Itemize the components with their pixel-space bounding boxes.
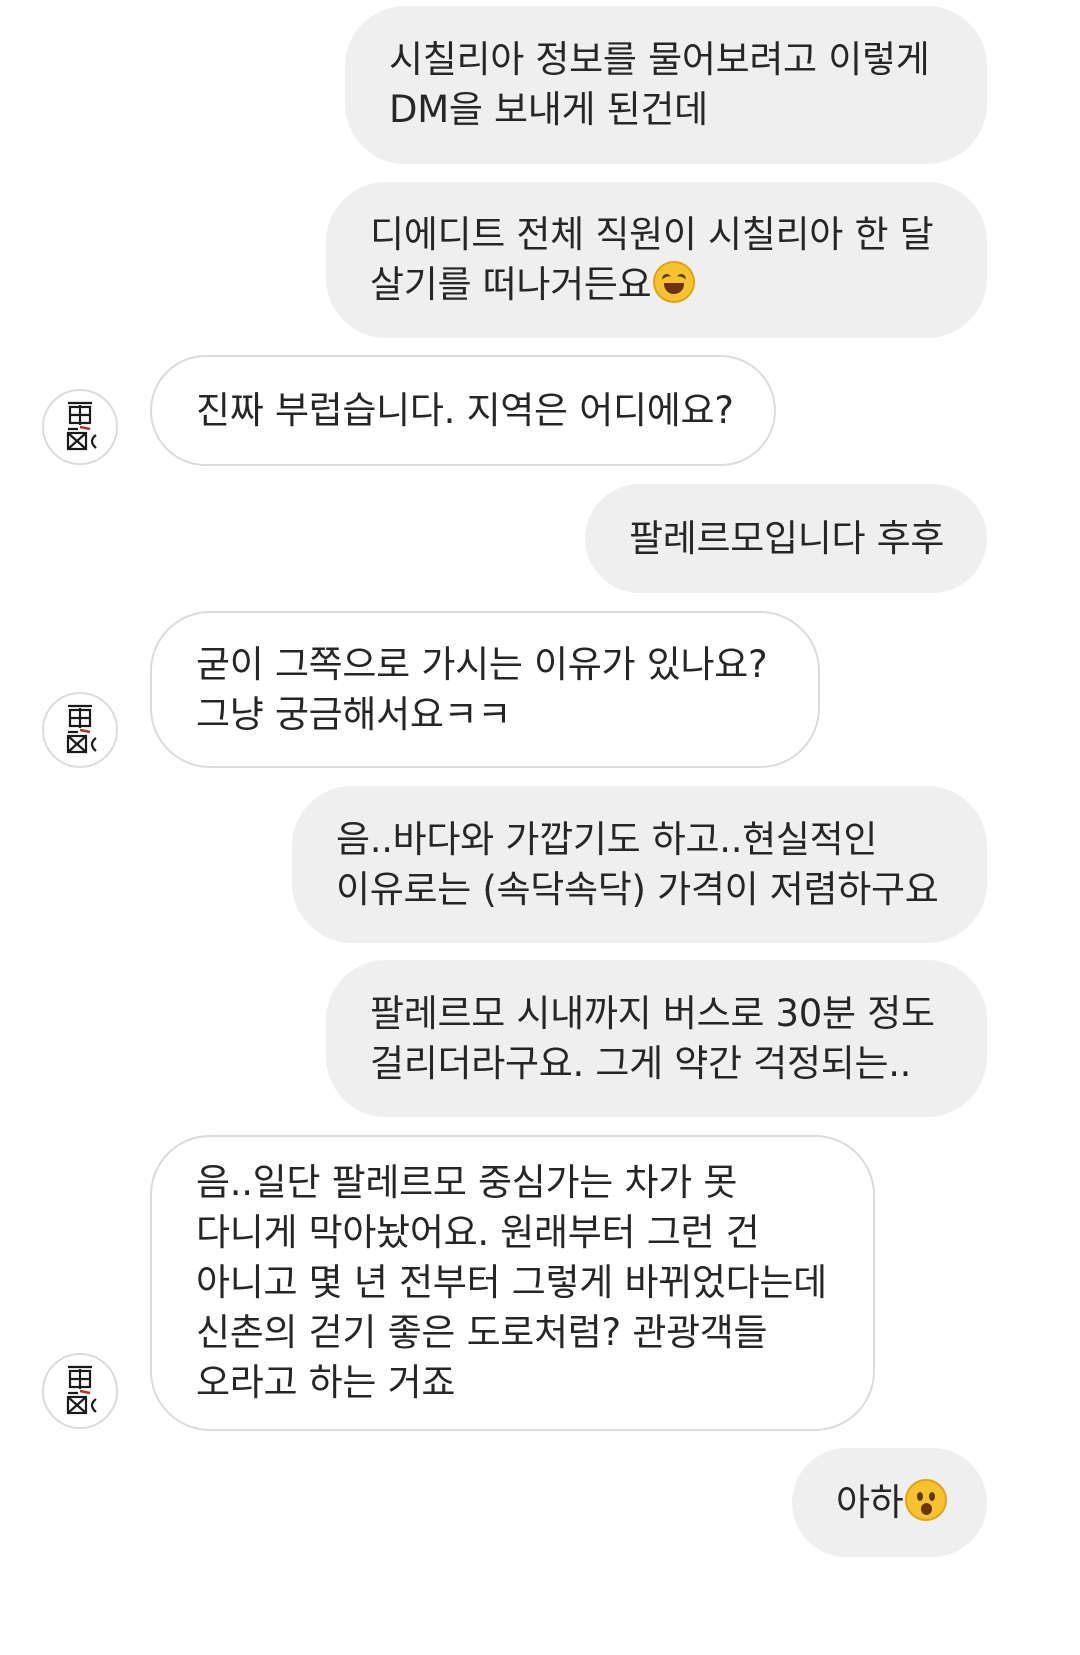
outgoing-message[interactable]: 팔레르모입니다 후후	[585, 484, 987, 593]
message-text: DM을 보내게 된건데	[389, 88, 708, 131]
incoming-message[interactable]: 굳이 그쪽으로 가시는 이유가 있나요? 그냥 궁금해서요ㅋㅋ	[150, 611, 820, 768]
hushed-face-emoji-icon	[905, 1478, 948, 1521]
message-text: 오라고 하는 거죠	[196, 1361, 456, 1404]
avatar-logo-icon	[66, 401, 97, 451]
outgoing-message[interactable]: 시칠리아 정보를 물어보려고 이렇게 DM을 보내게 된건데	[345, 6, 987, 164]
contact-avatar-icon[interactable]	[42, 1353, 118, 1429]
message-text: 다니게 막아놨어요. 원래부터 그런 건	[196, 1211, 760, 1254]
incoming-message[interactable]: 음..일단 팔레르모 중심가는 차가 못 다니게 막아놨어요. 원래부터 그런 …	[150, 1135, 875, 1431]
message-text: 이유로는 (속닥속닥) 가격이 저렴하구요	[336, 867, 939, 911]
grinning-squinting-face-emoji-icon	[653, 261, 696, 303]
avatar-logo-icon	[66, 1365, 97, 1415]
message-text: 그냥 궁금해서요ㅋㅋ	[196, 692, 512, 736]
message-text: 팔레르모입니다 후후	[629, 516, 945, 560]
outgoing-message[interactable]: 디에디트 전체 직원이 시칠리아 한 달 살기를 떠나거든요	[326, 182, 987, 338]
contact-avatar-icon[interactable]	[42, 389, 118, 465]
outgoing-message[interactable]: 팔레르모 시내까지 버스로 30분 정도 걸리더라구요. 그게 약간 걱정되는.…	[326, 960, 987, 1117]
message-text: 디에디트 전체 직원이 시칠리아 한 달	[370, 213, 934, 256]
message-text: 신촌의 걷기 좋은 도로처럼? 관광객들	[196, 1311, 768, 1354]
message-text: 걸리더라구요. 그게 약간 걱정되는..	[370, 1041, 912, 1085]
outgoing-message[interactable]: 아하	[792, 1448, 987, 1557]
contact-avatar-icon[interactable]	[42, 692, 118, 768]
message-text: 굳이 그쪽으로 가시는 이유가 있나요?	[196, 642, 768, 686]
outgoing-message[interactable]: 음..바다와 가깝기도 하고..현실적인 이유로는 (속닥속닥) 가격이 저렴하…	[292, 786, 987, 943]
message-text: 살기를 떠나거든요	[370, 263, 652, 306]
message-text: 아하	[836, 1480, 904, 1524]
message-text: 음..바다와 가깝기도 하고..현실적인	[336, 817, 878, 861]
incoming-message[interactable]: 진짜 부럽습니다. 지역은 어디에요?	[150, 355, 776, 466]
avatar-logo-icon	[66, 704, 97, 754]
message-text: 아니고 몇 년 전부터 그렇게 바뀌었다는데	[196, 1261, 827, 1304]
message-text: 팔레르모 시내까지 버스로 30분 정도	[370, 991, 935, 1035]
message-text: 진짜 부럽습니다. 지역은 어디에요?	[196, 388, 734, 432]
message-text: 시칠리아 정보를 물어보려고 이렇게	[389, 38, 930, 81]
message-text: 음..일단 팔레르모 중심가는 차가 못	[196, 1161, 738, 1204]
